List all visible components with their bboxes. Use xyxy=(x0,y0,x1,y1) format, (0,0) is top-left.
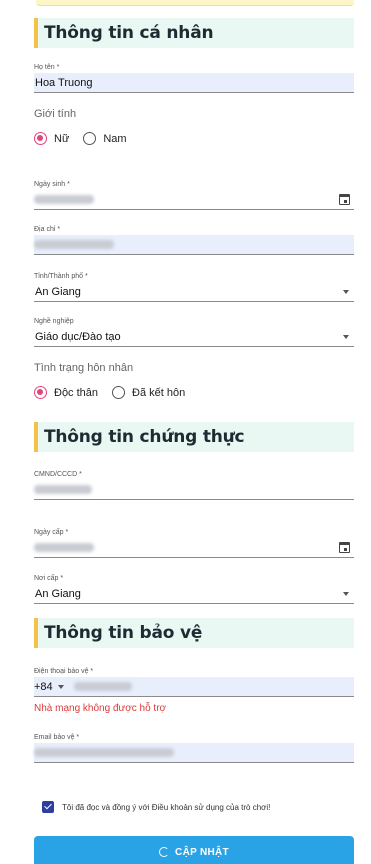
country-code-value: +84 xyxy=(34,680,53,693)
chevron-down-icon[interactable] xyxy=(343,592,349,596)
section-accent-bar xyxy=(34,422,38,452)
phone-label: Điện thoại bảo vệ * xyxy=(34,668,94,675)
fullname-value: Hoa Truong xyxy=(35,76,93,89)
issue-place-label: Nơi cấp * xyxy=(34,575,64,582)
fullname-label: Họ tên * xyxy=(34,64,60,71)
radio-unselected-icon[interactable] xyxy=(112,386,126,399)
section-header-security: Thông tin bảo vệ xyxy=(34,618,354,648)
address-input[interactable] xyxy=(34,235,354,255)
section-accent-bar xyxy=(34,18,38,48)
radio-selected-icon[interactable] xyxy=(34,132,47,145)
issue-date-input[interactable] xyxy=(34,538,354,558)
redacted-value xyxy=(34,485,92,494)
redacted-value xyxy=(34,748,174,757)
birthday-field[interactable]: Ngày sinh * xyxy=(34,180,354,210)
marital-option-single[interactable]: Độc thân xyxy=(34,386,98,399)
checkbox-checked-icon[interactable] xyxy=(42,801,54,813)
radio-unselected-icon[interactable] xyxy=(83,132,97,145)
city-label: Tỉnh/Thành phố * xyxy=(34,273,88,280)
birthday-label: Ngày sinh * xyxy=(34,181,70,188)
job-value: Giáo dục/Đào tạo xyxy=(35,330,121,343)
gender-option-label: Nam xyxy=(103,132,127,145)
chevron-down-icon[interactable] xyxy=(57,684,64,689)
fullname-input[interactable]: Hoa Truong xyxy=(34,73,354,93)
radio-selected-icon[interactable] xyxy=(34,386,47,399)
phone-input[interactable]: +84 xyxy=(34,677,354,697)
address-label: Địa chỉ * xyxy=(34,226,61,233)
section-accent-bar xyxy=(34,618,38,648)
job-select[interactable]: Giáo dục/Đào tạo xyxy=(34,327,354,347)
gender-radio-group: Nữ Nam xyxy=(34,132,141,145)
email-label: Email bảo vệ * xyxy=(34,734,80,741)
city-field[interactable]: Tỉnh/Thành phố * An Giang xyxy=(34,272,354,302)
marital-option-label: Đã kết hôn xyxy=(132,386,186,399)
gender-option-label: Nữ xyxy=(54,132,70,145)
refresh-icon xyxy=(159,847,170,857)
issue-place-field[interactable]: Nơi cấp * An Giang xyxy=(34,574,354,604)
job-label: Nghề nghiệp xyxy=(34,318,74,325)
gender-option-male[interactable]: Nam xyxy=(83,132,127,145)
redacted-value xyxy=(34,195,94,204)
chevron-down-icon[interactable] xyxy=(343,335,349,339)
address-field[interactable]: Địa chỉ * xyxy=(34,225,354,255)
update-button[interactable]: CẬP NHẬT xyxy=(34,836,354,864)
city-select[interactable]: An Giang xyxy=(34,282,354,302)
redacted-value xyxy=(74,682,132,691)
email-input[interactable] xyxy=(34,743,354,763)
country-code-select[interactable]: +84 xyxy=(34,681,74,693)
job-field[interactable]: Nghề nghiệp Giáo dục/Đào tạo xyxy=(34,317,354,347)
section-title-security: Thông tin bảo vệ xyxy=(44,623,203,643)
redacted-value xyxy=(34,543,94,552)
section-title-personal: Thông tin cá nhân xyxy=(44,23,214,43)
chevron-down-icon[interactable] xyxy=(343,290,349,294)
issue-place-value: An Giang xyxy=(35,587,81,600)
section-title-verification: Thông tin chứng thực xyxy=(44,427,245,447)
calendar-icon[interactable] xyxy=(339,194,350,205)
marital-radio-group: Độc thân Đã kết hôn xyxy=(34,386,199,399)
top-banner-edge xyxy=(36,0,354,6)
id-number-input[interactable] xyxy=(34,480,354,500)
redacted-value xyxy=(34,240,114,249)
id-number-field[interactable]: CMND/CCCD * xyxy=(34,470,354,500)
section-header-personal: Thông tin cá nhân xyxy=(34,18,354,48)
gender-option-female[interactable]: Nữ xyxy=(34,132,69,145)
issue-place-select[interactable]: An Giang xyxy=(34,584,354,604)
issue-date-field[interactable]: Ngày cấp * xyxy=(34,528,354,558)
calendar-icon[interactable] xyxy=(339,542,350,553)
birthday-input[interactable] xyxy=(34,190,354,210)
phone-field[interactable]: Điện thoại bảo vệ * +84 xyxy=(34,667,354,697)
gender-title: Giới tính xyxy=(34,108,77,120)
phone-error-message: Nhà mạng không được hỗ trợ xyxy=(34,703,167,714)
terms-agreement[interactable]: Tôi đã đọc và đồng ý với Điều khoản sử d… xyxy=(42,801,270,813)
marital-option-married[interactable]: Đã kết hôn xyxy=(112,386,185,399)
issue-date-label: Ngày cấp * xyxy=(34,529,69,536)
id-number-label: CMND/CCCD * xyxy=(34,471,82,478)
update-button-label: CẬP NHẬT xyxy=(175,846,229,858)
email-field[interactable]: Email bảo vệ * xyxy=(34,733,354,763)
fullname-field[interactable]: Họ tên * Hoa Truong xyxy=(34,63,354,93)
marital-option-label: Độc thân xyxy=(54,386,99,399)
city-value: An Giang xyxy=(35,285,81,298)
terms-text: Tôi đã đọc và đồng ý với Điều khoản sử d… xyxy=(62,802,271,812)
section-header-verification: Thông tin chứng thực xyxy=(34,422,354,452)
marital-title: Tình trạng hôn nhân xyxy=(34,362,134,374)
